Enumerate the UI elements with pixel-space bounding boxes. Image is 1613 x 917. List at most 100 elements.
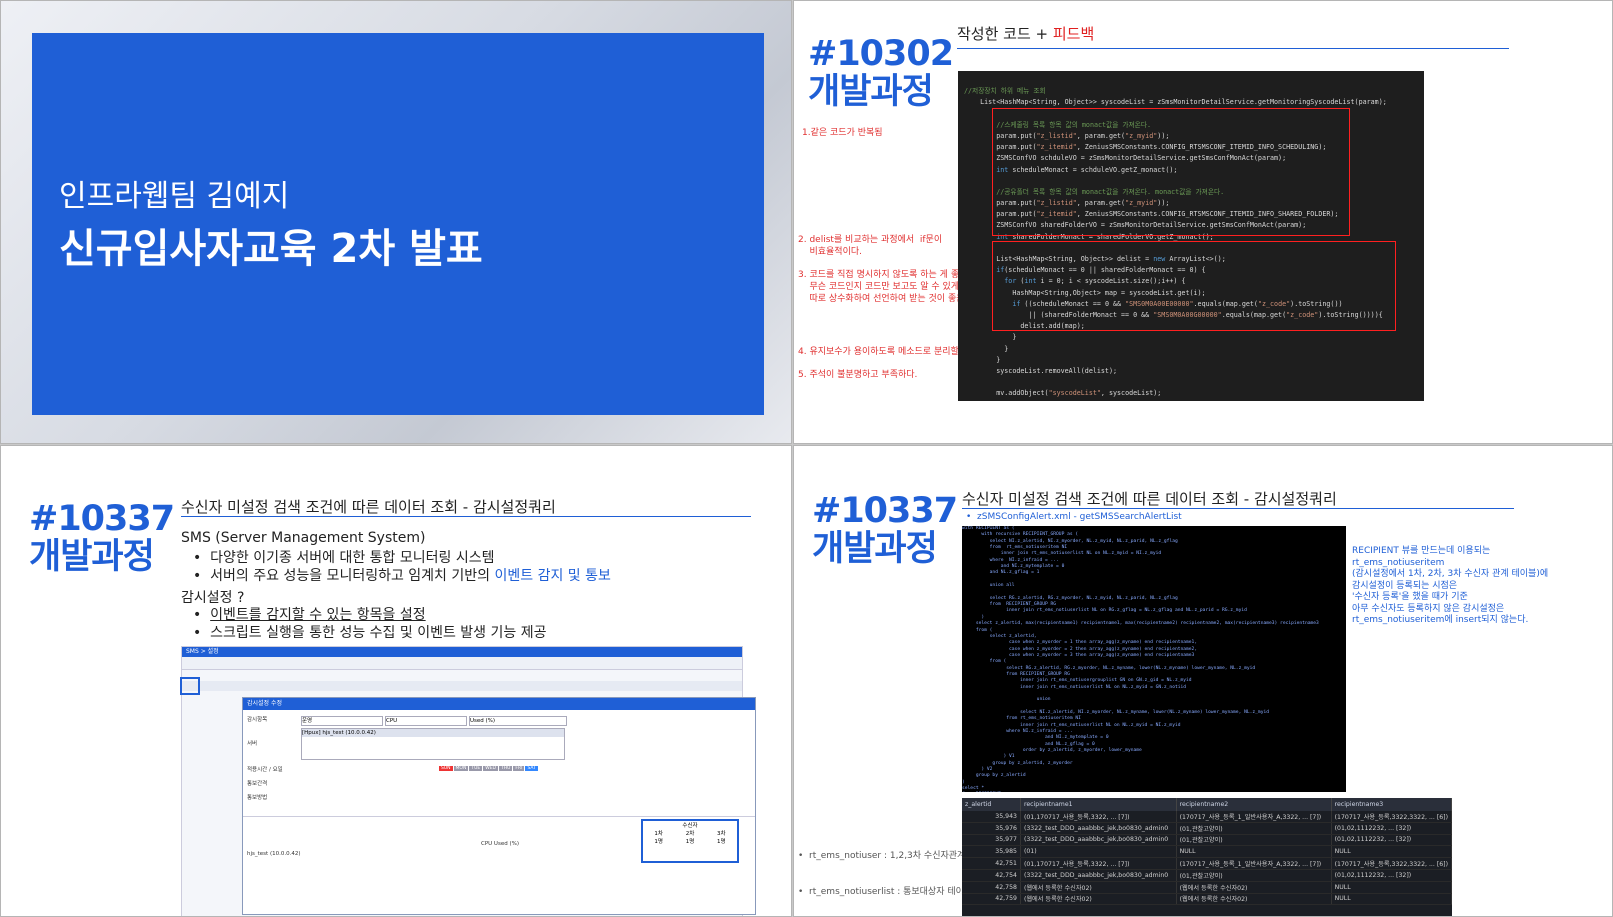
column-header[interactable]: recipientname1	[1020, 798, 1177, 811]
table-cell[interactable]: 42,754	[962, 869, 1021, 882]
table-cell[interactable]: (170717_사용_등록_1_일반사용자_A,3322, ... [7])	[1176, 857, 1332, 870]
row-label: 적용시간 / 요일	[247, 767, 283, 773]
table-cell[interactable]: (웹에서 등록한 수신자02)	[1176, 893, 1332, 906]
issue-number: #10337	[812, 491, 958, 531]
table-cell[interactable]: (웹에서 등록한 수신자02)	[1176, 881, 1332, 894]
metric-select[interactable]: Used (%)	[469, 716, 567, 726]
settings-screenshot: SMS > 설정 감시설정 수정 감시항목 운영 CPU Used (%) 서버…	[180, 646, 756, 916]
feedback-note: 3. 코드를 직접 명시하지 않도록 하는 게 좋다 무슨 코드인지 코드만 보…	[798, 270, 967, 304]
weekday-buttons: SUN MON TUE WED THU FRI SAT	[439, 766, 538, 771]
table-row[interactable]: 42,759 (웹에서 등록한 수신자02) (웹에서 등록한 수신자02) NULL	[962, 893, 1452, 906]
row-label: 통보방법	[247, 795, 268, 801]
server-list[interactable]: [Hpux] hjs_test (10.0.0.42)	[301, 728, 565, 760]
table-row[interactable]: 42,751 (01,170717_사용_등록,3322, ... [7]) (17…	[962, 857, 1452, 870]
table-cell[interactable]: (01,170717_사용_등록,3322, ... [7])	[1020, 811, 1177, 823]
xml-link[interactable]: • zSMSConfigAlert.xml - getSMSSearchAler…	[966, 512, 1182, 522]
slide-feedback: #10302 개발과정 작성한 코드 + 피드백 1.같은 코드가 반복됨 2.…	[793, 0, 1613, 444]
table-cell[interactable]: (170717_사용_등록,3322,3322, ... [6])	[1331, 811, 1452, 823]
table-cell[interactable]: 42,751	[962, 857, 1021, 870]
table-cell[interactable]: (3322_test_DDD_aaabbbc_jek,bo0830_admin0	[1020, 834, 1177, 847]
column-header[interactable]: recipientname2	[1176, 798, 1332, 811]
category-select[interactable]: 운영	[301, 716, 383, 726]
table-cell[interactable]: 35,977	[962, 834, 1021, 847]
slide-sms-overview: #10337 개발과정 수신자 미설정 검색 조건에 따른 데이터 조회 - 감…	[0, 445, 792, 917]
slide-header: 수신자 미설정 검색 조건에 따른 데이터 조회 - 감시설정쿼리	[962, 490, 1337, 508]
dialog-title: 감시설정 수정	[243, 698, 755, 710]
presentation-title: 신규입사자교육 2차 발표	[59, 226, 483, 272]
table-row[interactable]: 42,754 (3322_test_DDD_aaabbbc_jek,bo0830_…	[962, 869, 1452, 882]
table-cell[interactable]: (170717_사용_등록,3322,3322, ... [6])	[1331, 857, 1452, 870]
table-metric: CPU Used (%)	[481, 841, 519, 847]
table-cell[interactable]: (01,02,1112232, ... [32])	[1331, 869, 1452, 882]
header-rule	[957, 48, 1509, 49]
table-row[interactable]: 35,976 (3322_test_DDD_aaabbbc_jek,bo0830_…	[962, 822, 1452, 835]
table-cell[interactable]: NULL	[1331, 881, 1452, 894]
table-cell[interactable]: (01,02,1112232, ... [32])	[1331, 834, 1452, 847]
table-cell[interactable]: 42,758	[962, 881, 1021, 894]
table-cell[interactable]: 35,985	[962, 845, 1021, 859]
table-cell[interactable]: (3322_test_DDD_aaabbbc_jek,bo0830_admin0	[1020, 869, 1177, 882]
table-cell[interactable]: NULL	[1331, 845, 1452, 859]
feedback-note: 2. delist를 비교하는 과정에서 if문이 비효율적이다.	[798, 235, 943, 257]
table-server: hjs_test (10.0.0.42)	[247, 851, 301, 857]
result-grid: z_alertid recipientname1 recipientname2 …	[962, 798, 1452, 916]
presenter-name: 인프라웹팀 김예지	[59, 179, 290, 214]
feedback-label: 피드백	[1052, 25, 1095, 43]
table-cell[interactable]: NULL	[1331, 893, 1452, 906]
table-cell[interactable]: 42,759	[962, 893, 1021, 906]
header-rule	[962, 508, 1514, 509]
row-label: 통보간격	[247, 781, 268, 787]
column-header[interactable]: recipientname3	[1331, 798, 1452, 811]
table-row[interactable]: 35,985 (01) NULL NULL	[962, 845, 1452, 859]
row-label: 서버	[247, 741, 258, 747]
screenshot-highlight	[180, 677, 200, 695]
feedback-note: 5. 주석이 불분명하고 부족하다.	[798, 370, 918, 380]
bullet-item: • 다양한 이기종 서버에 대한 통합 모니터링 시스템	[193, 550, 495, 566]
screenshot-nav: SMS > 설정	[182, 647, 742, 657]
table-cell[interactable]: NULL	[1176, 845, 1332, 859]
process-label: 개발과정	[29, 537, 155, 577]
table-cell[interactable]: (01)	[1020, 845, 1177, 859]
table-cell[interactable]: 35,976	[962, 822, 1021, 835]
table-cell[interactable]: (01,관찰고양이)	[1176, 834, 1332, 847]
process-label: 개발과정	[808, 72, 934, 112]
item-select[interactable]: CPU	[385, 716, 467, 726]
screenshot-toolbar	[182, 681, 742, 691]
sms-definition: SMS (Server Management System)	[181, 530, 426, 546]
issue-number: #10337	[29, 499, 175, 539]
sql-query: with RECIPIENT as ( with recursive RECIP…	[962, 526, 1346, 792]
feedback-note: 4. 유지보수가 용이하도록 메소드로 분리할 것	[798, 347, 970, 357]
bullet-item: • 스크립트 실행을 통한 성능 수집 및 이벤트 발생 기능 제공	[193, 625, 547, 641]
event-link-text: 이벤트 감지 및 통보	[494, 568, 611, 584]
table-cell[interactable]: (01,관찰고양이)	[1176, 822, 1332, 835]
slide-header: 작성한 코드 + 피드백	[957, 25, 1095, 43]
table-row[interactable]: 42,758 (웹에서 등록한 수신자02) (웹에서 등록한 수신자02) NULL	[962, 881, 1452, 894]
header-rule	[181, 516, 751, 517]
slide-header: 수신자 미설정 검색 조건에 따른 데이터 조회 - 감시설정쿼리	[181, 498, 556, 516]
table-cell[interactable]: (170717_사용_등록_1_일반사용자_A,3322, ... [7])	[1176, 811, 1332, 823]
slide-query: #10337 개발과정 수신자 미설정 검색 조건에 따른 데이터 조회 - 감…	[793, 445, 1613, 917]
process-label: 개발과정	[812, 529, 938, 569]
table-cell[interactable]: 35,943	[962, 811, 1021, 823]
table-cell[interactable]: (웹에서 등록한 수신자02)	[1020, 893, 1177, 906]
table-cell[interactable]: (웹에서 등록한 수신자02)	[1020, 881, 1177, 894]
table-row[interactable]: 35,977 (3322_test_DDD_aaabbbc_jek,bo0830_…	[962, 834, 1452, 847]
table-cell[interactable]: (01,관찰고양이)	[1176, 869, 1332, 882]
recipient-note: RECIPIENT 뷰를 만드는데 이용되는 rt_ems_notiuserit…	[1352, 546, 1549, 625]
feedback-highlight-1	[992, 108, 1350, 236]
table-cell[interactable]: (3322_test_DDD_aaabbbc_jek,bo0830_admin0	[1020, 822, 1177, 835]
feedback-highlight-2	[992, 241, 1396, 331]
issue-number: #10302	[808, 34, 954, 74]
recipient-box: 수신자 1차 2차 3차 1명 1명 1명	[641, 819, 739, 863]
slide-title: 인프라웹팀 김예지 신규입사자교육 2차 발표	[0, 0, 792, 444]
row-label: 감시항목	[247, 717, 268, 723]
table-row[interactable]: 35,943 (01,170717_사용_등록,3322, ... [7]) (17…	[962, 811, 1452, 823]
bullet-item: • 이벤트를 감지할 수 있는 항목을 설정	[193, 607, 426, 623]
column-header[interactable]: z_alertid	[962, 798, 1021, 811]
table-cell[interactable]: (01,170717_사용_등록,3322, ... [7])	[1020, 857, 1177, 870]
recipient-header: 수신자	[682, 823, 698, 829]
edit-dialog: 감시설정 수정 감시항목 운영 CPU Used (%) 서버 [Hpux] h…	[242, 697, 756, 915]
bullet-item: • 서버의 주요 성능을 모니터링하고 임계치 기반의 이벤트 감지 및 통보	[193, 568, 611, 584]
feedback-note: 1.같은 코드가 반복됨	[802, 128, 883, 138]
table-cell[interactable]: (01,02,1112232, ... [32])	[1331, 822, 1452, 835]
